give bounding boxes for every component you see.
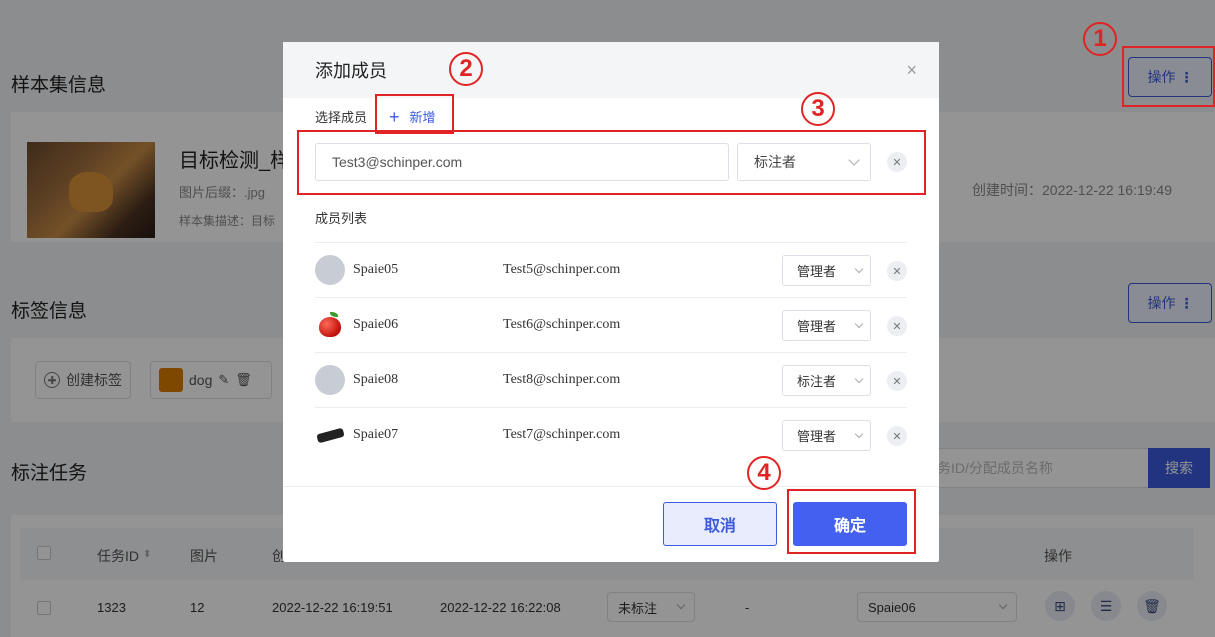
member-row: Spaie06 Test6@schinper.com 管理者 ✕ <box>315 297 907 352</box>
member-name: Spaie05 <box>353 262 399 277</box>
remove-member-icon[interactable]: ✕ <box>887 371 907 391</box>
avatar <box>315 255 345 285</box>
member-role-select[interactable]: 管理者 <box>782 420 871 451</box>
chevron-down-icon <box>854 264 864 273</box>
apple-image <box>319 317 341 337</box>
remove-member-icon[interactable]: ✕ <box>887 426 907 446</box>
member-email: Test6@schinper.com <box>503 317 621 332</box>
member-name: Spaie07 <box>353 427 399 442</box>
member-role-select[interactable]: 管理者 <box>782 310 871 341</box>
member-role-select[interactable]: 标注者 <box>782 365 871 396</box>
highlight-box-4 <box>787 489 916 554</box>
step-number-3: 3 <box>801 92 835 126</box>
modal-footer-divider <box>283 486 939 487</box>
close-icon[interactable]: × <box>906 61 917 79</box>
role-value: 管理者 <box>797 264 837 279</box>
chevron-down-icon <box>854 429 864 438</box>
select-member-label: 选择成员 <box>315 110 368 125</box>
avatar <box>315 365 345 395</box>
member-email: Test7@schinper.com <box>503 427 621 442</box>
remove-member-icon[interactable]: ✕ <box>887 261 907 281</box>
role-value: 标注者 <box>797 374 837 389</box>
role-value: 管理者 <box>797 319 837 334</box>
highlight-box-3 <box>297 130 926 195</box>
device-image <box>316 427 345 444</box>
highlight-box-1 <box>1122 46 1215 107</box>
avatar <box>315 420 345 450</box>
step-number-4: 4 <box>747 456 781 490</box>
member-list-label: 成员列表 <box>315 211 368 226</box>
member-email: Test8@schinper.com <box>503 372 621 387</box>
member-role-select[interactable]: 管理者 <box>782 255 871 286</box>
highlight-box-2 <box>375 94 454 134</box>
step-number-1: 1 <box>1083 22 1117 56</box>
modal-title: 添加成员 <box>315 61 387 81</box>
role-value: 管理者 <box>797 429 837 444</box>
step-number-2: 2 <box>449 52 483 86</box>
remove-member-icon[interactable]: ✕ <box>887 316 907 336</box>
cancel-button[interactable]: 取消 <box>663 502 777 546</box>
member-row: Spaie08 Test8@schinper.com 标注者 ✕ <box>315 352 907 407</box>
avatar <box>315 310 345 340</box>
chevron-down-icon <box>854 319 864 328</box>
member-row: Spaie07 Test7@schinper.com 管理者 ✕ <box>315 407 907 462</box>
member-name: Spaie08 <box>353 372 399 387</box>
member-row: Spaie05 Test5@schinper.com 管理者 ✕ <box>315 242 907 297</box>
modal-header: 添加成员 × <box>283 42 939 98</box>
member-email: Test5@schinper.com <box>503 262 621 277</box>
member-name: Spaie06 <box>353 317 399 332</box>
chevron-down-icon <box>854 374 864 383</box>
